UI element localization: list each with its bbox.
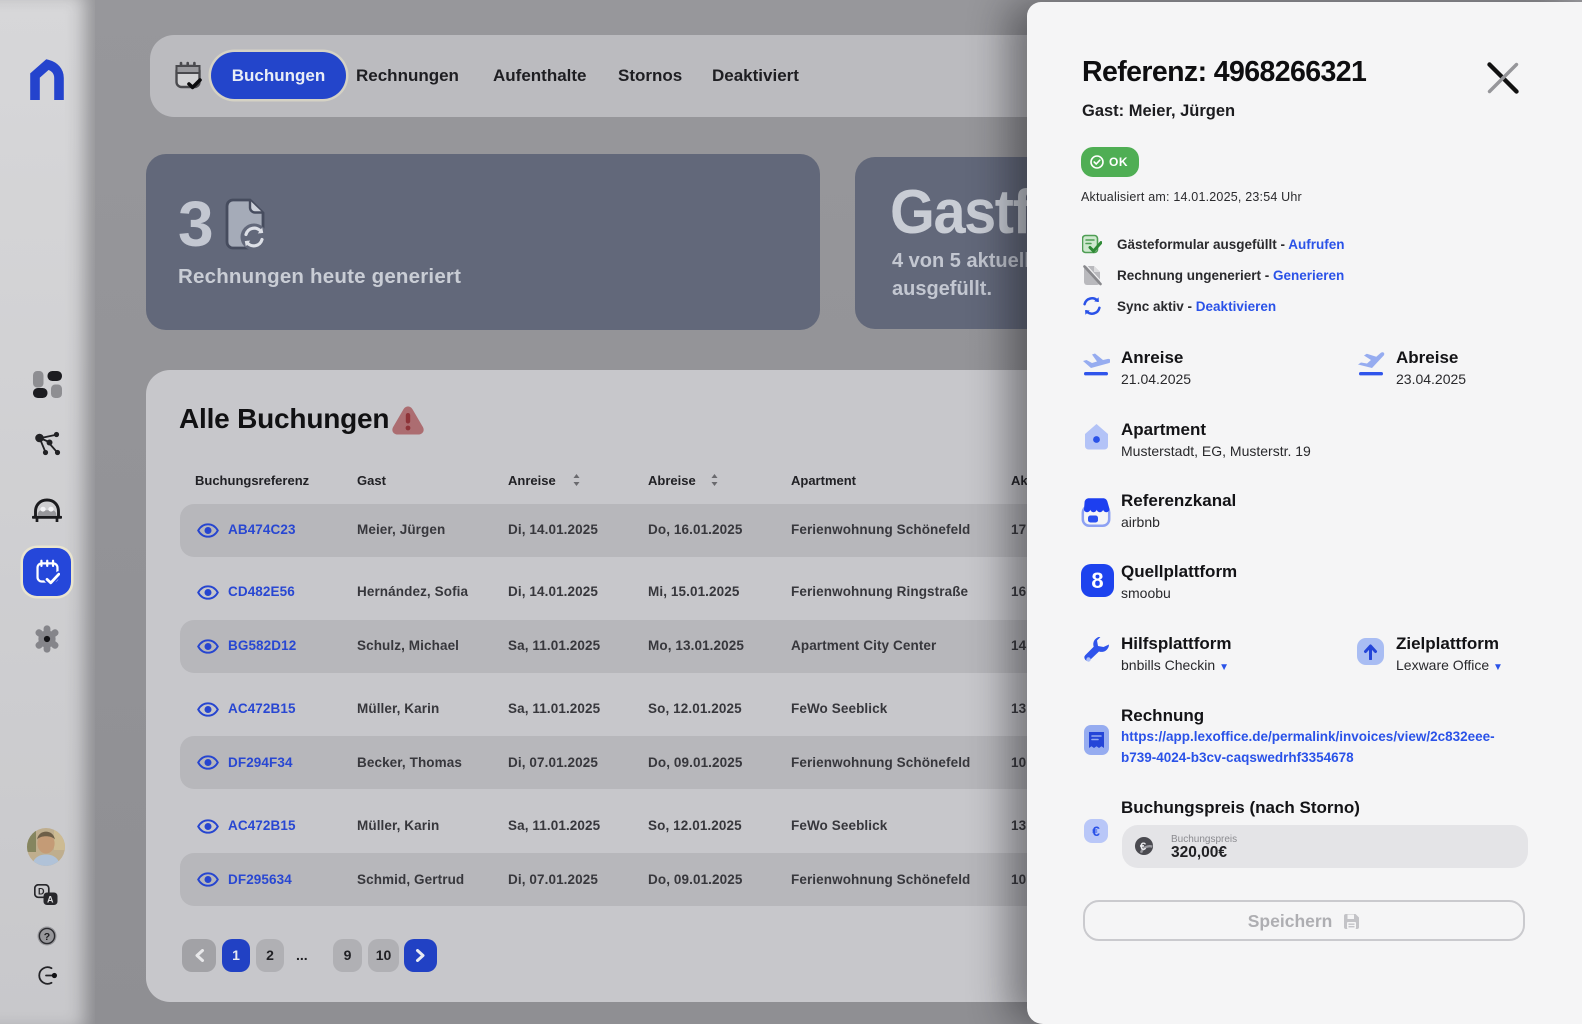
- svg-text:€: €: [1140, 841, 1147, 853]
- svg-text:A: A: [47, 895, 54, 905]
- svg-text:?: ?: [44, 931, 50, 943]
